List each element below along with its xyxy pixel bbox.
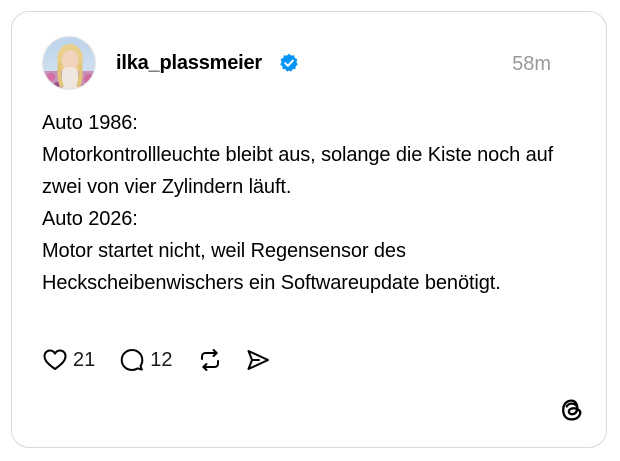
avatar[interactable] <box>42 36 96 90</box>
avatar-photo-icon <box>43 37 95 89</box>
post-card: ilka_plassmeier 58m Auto 1986: Motorkont… <box>11 11 607 448</box>
repost-icon <box>200 349 219 371</box>
post-timestamp: 58m <box>512 53 551 75</box>
verified-badge-icon <box>280 53 298 72</box>
post-text: Auto 1986: Motorkontrollleuchte bleibt a… <box>42 112 554 294</box>
share-button[interactable] <box>245 347 271 373</box>
like-count: 21 <box>73 349 96 371</box>
post-actions: 21 12 <box>42 346 271 374</box>
threads-logo-icon[interactable] <box>559 397 585 423</box>
author-username[interactable]: ilka_plassmeier <box>116 50 262 76</box>
comment-icon <box>120 349 144 371</box>
send-icon <box>247 350 269 370</box>
like-button[interactable]: 21 <box>42 347 95 373</box>
repost-button[interactable] <box>197 347 223 373</box>
reply-count: 12 <box>150 349 173 371</box>
reply-button[interactable]: 12 <box>119 347 173 373</box>
heart-icon <box>43 349 67 370</box>
